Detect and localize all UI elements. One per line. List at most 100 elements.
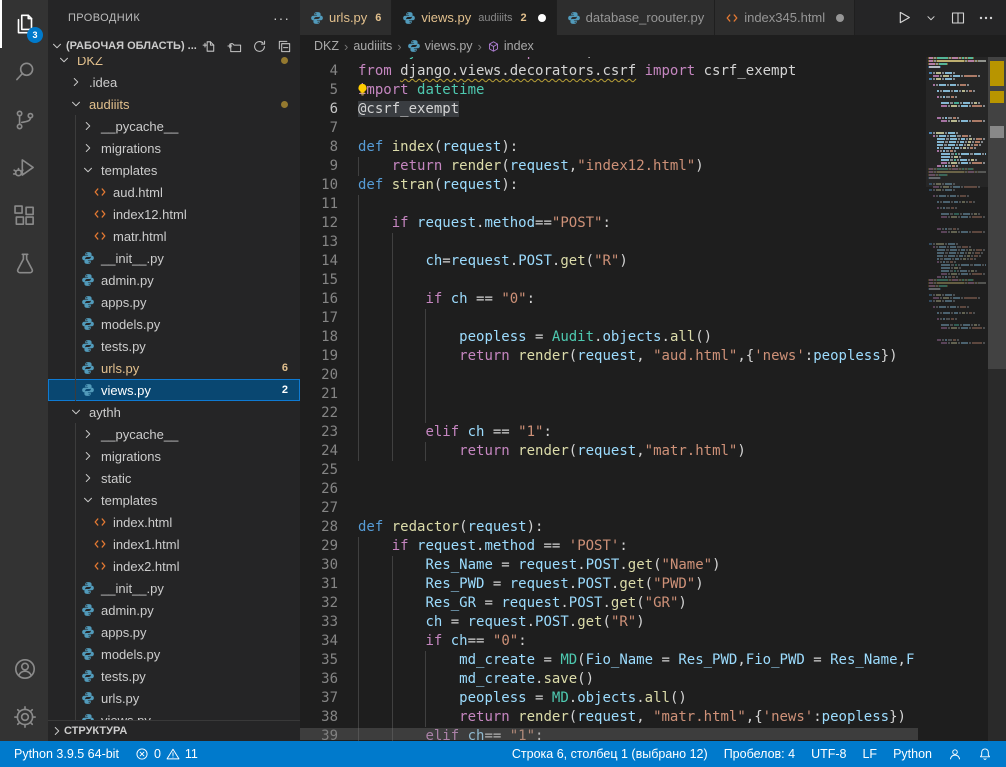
indent-guide (75, 599, 76, 621)
tab-views.py[interactable]: views.pyaudiiits2 (392, 0, 556, 35)
activity-extensions-button[interactable] (0, 192, 48, 240)
code-line-36: 36 md_create.save() (300, 670, 926, 689)
tree-item-apps.py[interactable]: apps.py (48, 621, 300, 643)
more-icon[interactable] (978, 10, 994, 26)
tree-item-migrations[interactable]: migrations (48, 445, 300, 467)
horizontal-scrollbar[interactable] (300, 728, 918, 740)
tree-item-apps.py[interactable]: apps.py (48, 291, 300, 313)
lightbulb-icon[interactable] (356, 83, 369, 102)
tree-item-aythh[interactable]: aythh (48, 401, 300, 423)
overview-ruler (988, 57, 1006, 741)
tree-item-tests.py[interactable]: tests.py (48, 665, 300, 687)
indent-guide (358, 404, 359, 423)
new-file-icon[interactable] (202, 39, 217, 54)
code-line-22: 22 (300, 404, 926, 423)
notifications-button[interactable] (970, 741, 1000, 767)
activity-settings-button[interactable] (0, 693, 48, 741)
line-number: 32 (300, 594, 338, 613)
breadcrumb-views.py[interactable]: views.py (407, 39, 473, 53)
tree-item-views.py[interactable]: views.py (48, 709, 300, 720)
breadcrumb: DKZ›audiiits›views.py›index (300, 35, 1006, 57)
line-number: 17 (300, 309, 338, 328)
activity-account-button[interactable] (0, 645, 48, 693)
collapse-all-icon[interactable] (277, 39, 292, 54)
status-problems[interactable]: 0 11 (127, 741, 206, 767)
tree-item-models.py[interactable]: models.py (48, 313, 300, 335)
activity-search-button[interactable] (0, 48, 48, 96)
split-editor-icon[interactable] (950, 10, 966, 26)
tree-item-migrations[interactable]: migrations (48, 137, 300, 159)
tab-description: audiiits (478, 12, 512, 24)
line-number: 37 (300, 689, 338, 708)
tree-item-.idea[interactable]: .idea (48, 71, 300, 93)
status-encoding[interactable]: UTF-8 (803, 741, 854, 767)
activity-source-control-button[interactable] (0, 96, 48, 144)
workspace-section-header[interactable]: (РАБОЧАЯ ОБЛАСТЬ) ... (48, 35, 300, 57)
status-eol[interactable]: LF (854, 741, 885, 767)
views-more-icon[interactable]: ··· (273, 10, 290, 26)
activity-testing-button[interactable] (0, 240, 48, 288)
tree-item-static[interactable]: static (48, 467, 300, 489)
indent-guide (392, 670, 393, 689)
code-editor[interactable]: 3from aythh.models import MD,Audit4from … (300, 57, 1006, 741)
chevron-down-icon (56, 57, 72, 67)
indent-guide (75, 643, 76, 665)
breadcrumb-DKZ[interactable]: DKZ (314, 39, 339, 53)
status-cursor-position[interactable]: Строка 6, столбец 1 (выбрано 12) (504, 741, 716, 767)
activity-bar-top: 3 (0, 0, 48, 288)
indent-guide (392, 347, 393, 366)
python-file-icon (567, 11, 581, 25)
breadcrumb-index[interactable]: index (487, 39, 534, 53)
activity-run-and-debug-button[interactable] (0, 144, 48, 192)
tree-item-index2.html[interactable]: index2.html (48, 555, 300, 577)
tree-item-__pycache__[interactable]: __pycache__ (48, 115, 300, 137)
run-icon[interactable] (895, 9, 912, 26)
tree-item-templates[interactable]: templates (48, 489, 300, 511)
tree-item-index12.html[interactable]: index12.html (48, 203, 300, 225)
tab-database_roouter.py[interactable]: database_roouter.py (557, 0, 716, 35)
outline-section-header[interactable]: СТРУКТУРА (48, 720, 300, 741)
code-line-13: 13 (300, 233, 926, 252)
tree-item-__init__.py[interactable]: __init__.py (48, 577, 300, 599)
new-folder-icon[interactable] (227, 39, 242, 54)
warning-icon (166, 747, 180, 761)
tree-item-__init__.py[interactable]: __init__.py (48, 247, 300, 269)
tree-item-tests.py[interactable]: tests.py (48, 335, 300, 357)
tree-item-templates[interactable]: templates (48, 159, 300, 181)
tree-item-audiiits[interactable]: audiiits (48, 93, 300, 115)
status-python-interpreter[interactable]: Python 3.9.5 64-bit (6, 741, 127, 767)
tree-item-index.html[interactable]: index.html (48, 511, 300, 533)
breadcrumb-audiiits[interactable]: audiiits (353, 39, 392, 53)
feedback-button[interactable] (940, 741, 970, 767)
status-indentation[interactable]: Пробелов: 4 (716, 741, 803, 767)
python-file-icon (80, 713, 96, 720)
tree-item-admin.py[interactable]: admin.py (48, 599, 300, 621)
status-language[interactable]: Python (885, 741, 940, 767)
chevron-down-icon (80, 163, 96, 177)
activity-explorer-button[interactable]: 3 (0, 0, 48, 48)
tree-item-DKZ[interactable]: DKZ (48, 57, 300, 71)
tab-label: database_roouter.py (586, 10, 705, 25)
tab-urls.py[interactable]: urls.py6 (300, 0, 392, 35)
refresh-icon[interactable] (252, 39, 267, 54)
line-number: 19 (300, 347, 338, 366)
tree-item-urls.py[interactable]: urls.py (48, 687, 300, 709)
tree-item-urls.py[interactable]: urls.py6 (48, 357, 300, 379)
vertical-scrollbar-thumb[interactable] (988, 57, 1006, 369)
tree-item-views.py[interactable]: views.py2 (48, 379, 300, 401)
tree-item-admin.py[interactable]: admin.py (48, 269, 300, 291)
chevron-down-icon[interactable] (924, 11, 938, 25)
tree-item-models.py[interactable]: models.py (48, 643, 300, 665)
tree-item-__pycache__[interactable]: __pycache__ (48, 423, 300, 445)
indent-guide (392, 404, 393, 423)
tab-index345.html[interactable]: index345.html (715, 0, 855, 35)
tree-item-matr.html[interactable]: matr.html (48, 225, 300, 247)
tree-item-index1.html[interactable]: index1.html (48, 533, 300, 555)
status-bar-right: Строка 6, столбец 1 (выбрано 12) Пробело… (504, 741, 1000, 767)
indent-guide (425, 328, 426, 347)
code-line-21: 21 (300, 385, 926, 404)
tree-item-aud.html[interactable]: aud.html (48, 181, 300, 203)
minimap[interactable] (926, 57, 988, 741)
indent-guide (425, 309, 426, 328)
code-content: 3from aythh.models import MD,Audit4from … (300, 57, 926, 741)
